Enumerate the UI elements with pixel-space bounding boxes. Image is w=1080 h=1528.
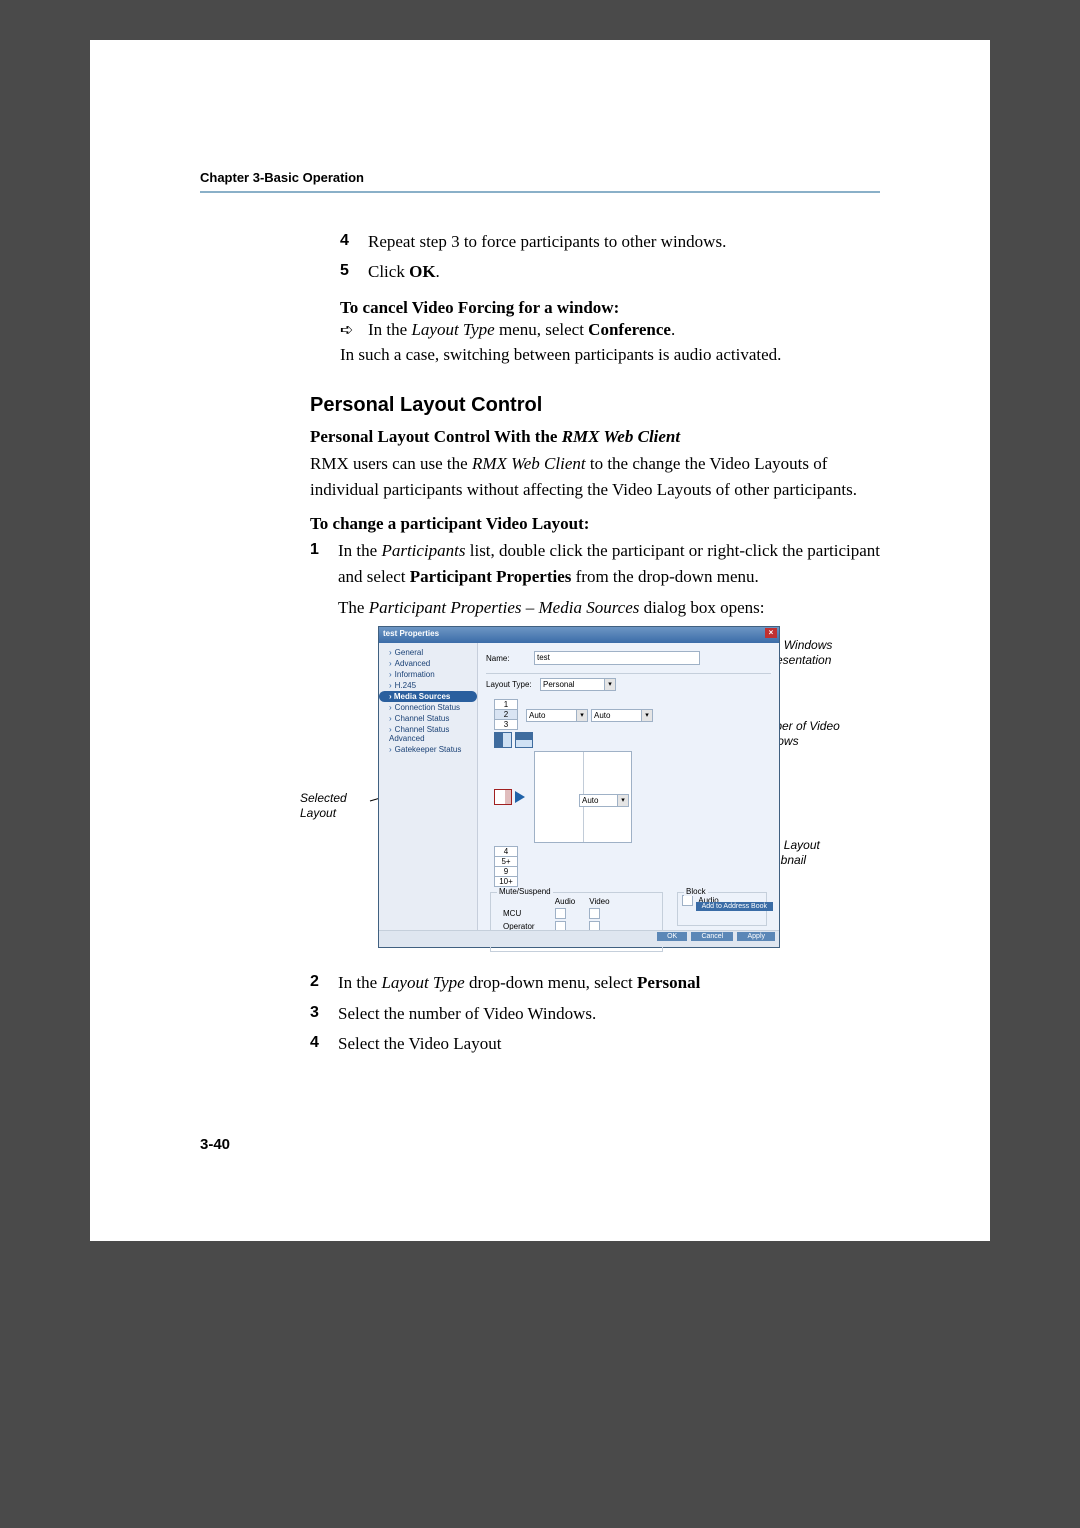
checkbox[interactable] <box>555 908 566 919</box>
nav-item[interactable]: ›Connection Status <box>379 702 477 713</box>
layout-thumb[interactable] <box>515 732 533 748</box>
nav-item-selected[interactable]: › Media Sources <box>379 691 477 702</box>
step-text: In the Participants list, double click t… <box>338 538 880 591</box>
subheading: To cancel Video Forcing for a window: <box>340 298 880 318</box>
fieldset-legend: Mute/Suspend <box>497 887 553 896</box>
step-row: 3 Select the number of Video Windows. <box>310 1001 880 1027</box>
dialog-main: Name: test Layout Type: Personal ▾ <box>478 643 779 933</box>
pointer-icon <box>515 791 525 803</box>
nav-item[interactable]: ›General <box>379 647 477 658</box>
nav-item[interactable]: ›Channel Status <box>379 713 477 724</box>
num-cell[interactable]: 3 <box>494 719 518 730</box>
auto-dropdown[interactable]: Auto ▾ <box>591 709 653 722</box>
dialog-footer: OK Cancel Apply <box>379 930 779 947</box>
step-text: In the Layout Type drop-down menu, selec… <box>338 970 700 996</box>
name-label: Name: <box>486 654 534 663</box>
heading-3: Personal Layout Control With the RMX Web… <box>310 427 880 447</box>
ok-button[interactable]: OK <box>657 932 687 941</box>
step-number: 2 <box>310 970 338 995</box>
layout-preview: Auto ▾ <box>534 751 632 843</box>
nav-item[interactable]: ›Channel Status Advanced <box>379 724 477 744</box>
arrow-icon: ➪ <box>340 320 368 340</box>
range-list: 4 5+ 9 10+ <box>494 846 518 887</box>
checkbox[interactable] <box>682 895 693 906</box>
figure: Selected Layout Video Windows Representa… <box>310 626 870 956</box>
dialog-nav: ›General ›Advanced ›Information ›H.245 ›… <box>379 643 478 933</box>
step-row: 4 Select the Video Layout <box>310 1031 880 1057</box>
step-text: Select the Video Layout <box>338 1031 501 1057</box>
dialog-window: test Properties × ›General ›Advanced ›In… <box>378 626 780 948</box>
add-to-address-book-button[interactable]: Add to Address Book <box>696 902 773 911</box>
step-text: The Participant Properties – Media Sourc… <box>338 598 880 618</box>
bullet-text: In the Layout Type menu, select Conferen… <box>368 320 675 340</box>
step-text: Repeat step 3 to force participants to o… <box>368 229 726 255</box>
step-row: 4 Repeat step 3 to force participants to… <box>340 229 880 255</box>
cancel-button[interactable]: Cancel <box>691 932 733 941</box>
dialog-titlebar: test Properties × <box>379 627 779 643</box>
page-number: 3-40 <box>200 1136 230 1153</box>
preview-auto-dropdown[interactable]: Auto ▾ <box>579 794 629 807</box>
paragraph: In such a case, switching between partic… <box>340 342 880 368</box>
close-icon[interactable]: × <box>765 628 777 638</box>
divider <box>200 191 880 193</box>
nav-item[interactable]: ›Advanced <box>379 658 477 669</box>
chevron-down-icon: ▾ <box>604 679 615 690</box>
video-window-number-list: 1 2 3 <box>494 699 518 729</box>
paragraph: RMX users can use the RMX Web Client to … <box>310 451 880 504</box>
subheading: To change a participant Video Layout: <box>310 514 880 534</box>
layout-thumb-selected[interactable] <box>494 789 512 805</box>
nav-item[interactable]: ›Information <box>379 669 477 680</box>
layout-type-label: Layout Type: <box>486 680 540 689</box>
nav-item[interactable]: ›H.245 <box>379 680 477 691</box>
step-number: 1 <box>310 538 338 563</box>
name-input[interactable]: test <box>534 651 700 665</box>
step-row: 5 Click OK. <box>340 259 880 285</box>
nav-item[interactable]: ›Gatekeeper Status <box>379 744 477 755</box>
step-number: 3 <box>310 1001 338 1026</box>
checkbox[interactable] <box>589 908 600 919</box>
heading-2: Personal Layout Control <box>310 394 880 417</box>
chevron-down-icon: ▾ <box>576 710 587 721</box>
callout-selected-layout: Selected Layout <box>300 791 370 820</box>
divider <box>486 673 771 674</box>
chevron-down-icon: ▾ <box>617 795 628 806</box>
apply-button[interactable]: Apply <box>737 932 775 941</box>
fieldset-legend: Block <box>684 887 708 896</box>
chapter-header: Chapter 3-Basic Operation <box>200 170 880 185</box>
chevron-down-icon: ▾ <box>641 710 652 721</box>
step-number: 5 <box>340 259 368 284</box>
step-text: Select the number of Video Windows. <box>338 1001 596 1027</box>
step-text: Click OK. <box>368 259 440 285</box>
step-number: 4 <box>340 229 368 254</box>
bullet-row: ➪ In the Layout Type menu, select Confer… <box>340 320 880 340</box>
layout-thumb[interactable] <box>494 732 512 748</box>
step-row: 1 In the Participants list, double click… <box>310 538 880 591</box>
step-row: 2 In the Layout Type drop-down menu, sel… <box>310 970 880 996</box>
layout-type-dropdown[interactable]: Personal ▾ <box>540 678 616 691</box>
auto-dropdown[interactable]: Auto ▾ <box>526 709 588 722</box>
document-page: Chapter 3-Basic Operation 4 Repeat step … <box>90 40 990 1241</box>
dialog-title-text: test Properties <box>383 629 439 638</box>
step-number: 4 <box>310 1031 338 1056</box>
